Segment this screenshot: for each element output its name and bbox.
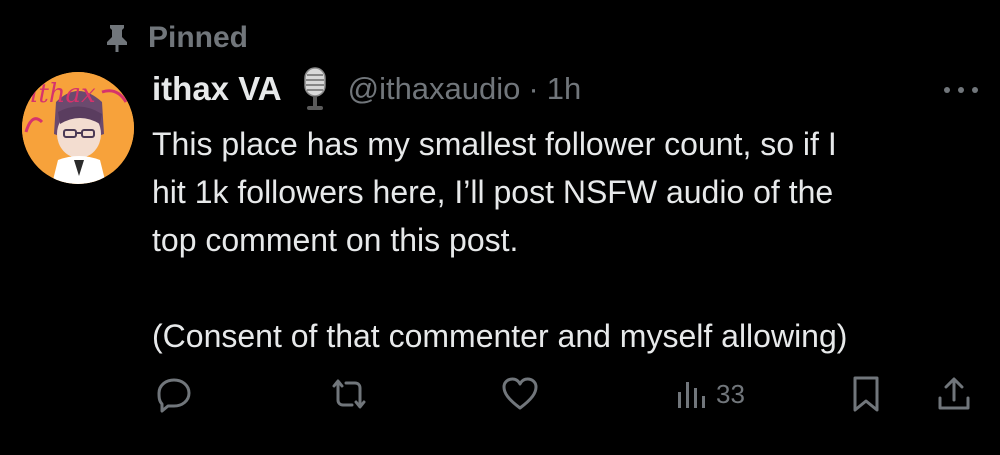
views-count: 33: [716, 378, 745, 409]
display-name[interactable]: ithax VA: [152, 70, 282, 108]
tweet-text-line: top comment on this post.: [152, 222, 519, 258]
timestamp[interactable]: 1h: [547, 71, 581, 107]
tweet-header: ithax VA @ithaxaudio · 1h: [152, 64, 982, 114]
repost-icon: [328, 374, 370, 414]
pinned-indicator: Pinned: [104, 20, 248, 56]
pinned-label: Pinned: [148, 21, 249, 54]
tweet-text-line: This place has my smallest follower coun…: [152, 126, 837, 162]
pin-icon: [104, 23, 130, 53]
reply-icon: [154, 374, 194, 414]
microphone-emoji-icon: [300, 67, 330, 111]
action-bar: 33: [0, 372, 1000, 416]
handle[interactable]: @ithaxaudio: [348, 71, 521, 107]
more-options-icon[interactable]: [944, 80, 978, 100]
tweet-text-line: (Consent of that commenter and myself al…: [152, 318, 848, 354]
avatar-logo-text: ithax: [30, 79, 96, 109]
bookmark-button[interactable]: [850, 372, 882, 416]
views-button[interactable]: 33: [676, 372, 745, 416]
like-button[interactable]: [500, 372, 540, 416]
tweet-text: This place has my smallest follower coun…: [152, 120, 982, 360]
repost-button[interactable]: [328, 372, 370, 416]
avatar[interactable]: ithax: [22, 72, 134, 184]
meta-separator: ·: [528, 71, 539, 106]
tweet[interactable]: Pinned ithax ithax VA @ithaxaudio · 1h T…: [0, 0, 1000, 455]
tweet-content: ithax VA @ithaxaudio · 1h This place has…: [152, 64, 982, 360]
heart-icon: [500, 374, 540, 414]
views-chart-icon: [676, 374, 706, 414]
tweet-text-line: hit 1k followers here, I’ll post NSFW au…: [152, 174, 834, 210]
share-icon: [934, 374, 974, 414]
reply-button[interactable]: [154, 372, 194, 416]
share-button[interactable]: [934, 372, 974, 416]
bookmark-icon: [850, 374, 882, 414]
